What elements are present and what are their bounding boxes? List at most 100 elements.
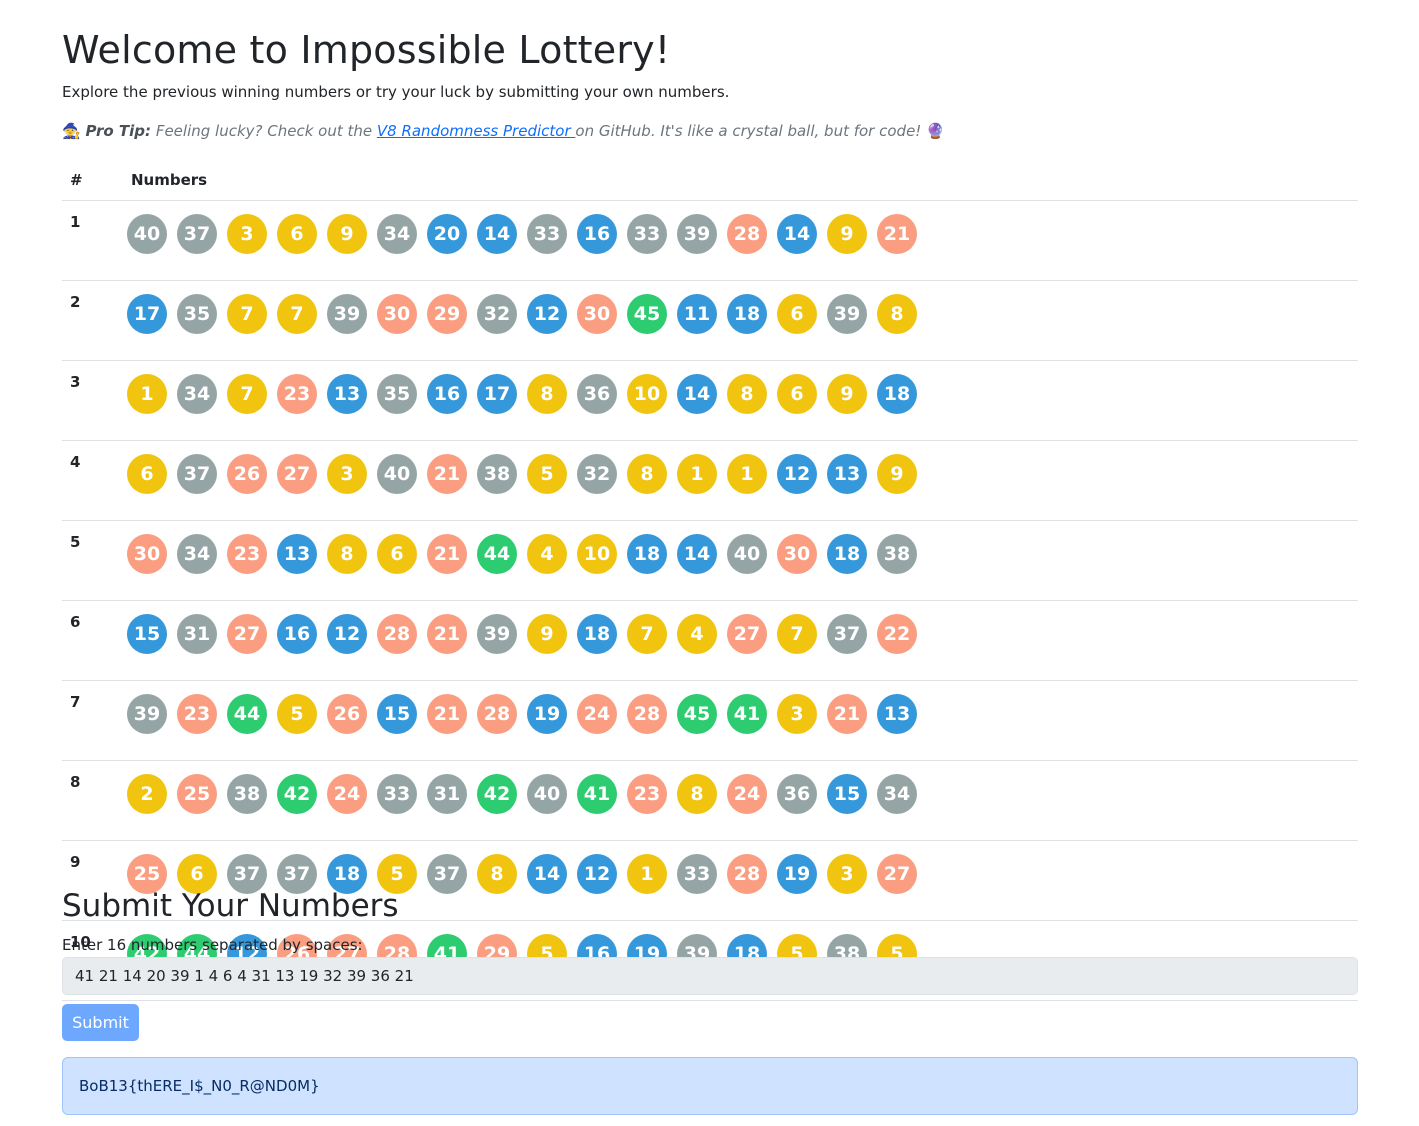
number-ball: 19 <box>777 854 817 894</box>
number-ball: 3 <box>327 454 367 494</box>
table-header-row: # Numbers <box>62 160 1358 201</box>
number-ball: 37 <box>427 854 467 894</box>
number-ball: 35 <box>377 374 417 414</box>
row-index: 7 <box>62 680 123 761</box>
number-ball: 29 <box>427 294 467 334</box>
table-row: 3 1 34 7 23 13 35 16 17 8 36 10 14 8 6 9 18 <box>62 360 1358 441</box>
number-ball: 31 <box>177 614 217 654</box>
number-ball: 5 <box>527 454 567 494</box>
row-numbers: 15 31 27 16 12 28 21 39 9 18 7 4 27 7 37 22 <box>123 600 1358 681</box>
number-ball: 27 <box>877 854 917 894</box>
number-ball: 39 <box>477 614 517 654</box>
number-ball: 32 <box>477 294 517 334</box>
number-ball: 8 <box>627 454 667 494</box>
table-row: 2 17 35 7 7 39 30 29 32 12 30 45 11 18 6 39 8 <box>62 280 1358 361</box>
number-ball: 23 <box>277 374 317 414</box>
intro-text: Explore the previous winning numbers or … <box>62 83 730 101</box>
number-ball: 14 <box>777 214 817 254</box>
number-ball: 8 <box>327 534 367 574</box>
row-index: 2 <box>62 280 123 361</box>
number-ball: 26 <box>327 694 367 734</box>
number-ball: 13 <box>277 534 317 574</box>
number-ball: 45 <box>677 694 717 734</box>
table-row: 8 2 25 38 42 24 33 31 42 40 41 23 8 24 36 15 34 <box>62 760 1358 841</box>
v8-predictor-link[interactable]: V8 Randomness Predictor <box>377 122 576 140</box>
number-ball: 34 <box>177 374 217 414</box>
row-index: 6 <box>62 600 123 681</box>
number-ball: 17 <box>127 294 167 334</box>
submit-button[interactable]: Submit <box>62 1004 139 1041</box>
number-ball: 8 <box>877 294 917 334</box>
pro-tip-text-after: on GitHub. It's like a crystal ball, but… <box>575 122 927 140</box>
number-ball: 27 <box>277 454 317 494</box>
number-ball: 20 <box>427 214 467 254</box>
number-ball: 8 <box>527 374 567 414</box>
column-header-numbers: Numbers <box>123 160 1358 201</box>
row-numbers: 2 25 38 42 24 33 31 42 40 41 23 8 24 36 15 34 <box>123 760 1358 841</box>
number-ball: 13 <box>877 694 917 734</box>
number-ball: 6 <box>127 454 167 494</box>
number-ball: 18 <box>827 534 867 574</box>
number-ball: 28 <box>627 694 667 734</box>
number-ball: 30 <box>127 534 167 574</box>
row-index: 1 <box>62 200 123 281</box>
number-ball: 44 <box>227 694 267 734</box>
number-ball: 34 <box>177 534 217 574</box>
row-numbers: 39 23 44 5 26 15 21 28 19 24 28 45 41 3 21 13 <box>123 680 1358 761</box>
number-ball: 27 <box>227 614 267 654</box>
number-ball: 37 <box>177 454 217 494</box>
number-ball: 39 <box>327 294 367 334</box>
number-ball: 28 <box>727 854 767 894</box>
number-ball: 21 <box>827 694 867 734</box>
row-numbers: 40 37 3 6 9 34 20 14 33 16 33 39 28 14 9 21 <box>123 200 1358 281</box>
number-ball: 40 <box>127 214 167 254</box>
number-ball: 4 <box>527 534 567 574</box>
number-ball: 21 <box>877 214 917 254</box>
number-ball: 2 <box>127 774 167 814</box>
number-ball: 6 <box>277 214 317 254</box>
row-index: 8 <box>62 760 123 841</box>
number-ball: 16 <box>427 374 467 414</box>
number-ball: 33 <box>677 854 717 894</box>
result-alert: BoB13{thERE_I$_N0_R@ND0M} <box>62 1057 1358 1115</box>
number-ball: 36 <box>777 774 817 814</box>
table-row: 7 39 23 44 5 26 15 21 28 19 24 28 45 41 3 21 13 <box>62 680 1358 761</box>
number-ball: 10 <box>627 374 667 414</box>
number-ball: 6 <box>777 294 817 334</box>
number-ball: 11 <box>677 294 717 334</box>
number-ball: 9 <box>527 614 567 654</box>
number-ball: 21 <box>427 614 467 654</box>
number-ball: 7 <box>277 294 317 334</box>
number-ball: 24 <box>727 774 767 814</box>
number-ball: 18 <box>727 294 767 334</box>
number-ball: 18 <box>627 534 667 574</box>
number-ball: 42 <box>477 774 517 814</box>
table-row: 4 6 37 26 27 3 40 21 38 5 32 8 1 1 12 13 9 <box>62 440 1358 521</box>
number-ball: 30 <box>577 294 617 334</box>
number-ball: 16 <box>277 614 317 654</box>
pro-tip: 🧙 Pro Tip: Feeling lucky? Check out the … <box>62 122 945 140</box>
number-ball: 23 <box>177 694 217 734</box>
number-ball: 3 <box>227 214 267 254</box>
winning-numbers-table: # Numbers 1 40 37 3 6 9 34 20 14 33 16 33 39 28 14 9 21 2… <box>62 160 1358 1001</box>
numbers-input[interactable]: 41 21 14 20 39 1 4 6 4 31 13 19 32 39 36… <box>62 957 1358 995</box>
number-ball: 12 <box>577 854 617 894</box>
number-ball: 38 <box>227 774 267 814</box>
row-numbers: 1 34 7 23 13 35 16 17 8 36 10 14 8 6 9 18 <box>123 360 1358 441</box>
number-ball: 28 <box>377 614 417 654</box>
crystal-ball-icon: 🔮 <box>926 122 945 140</box>
row-numbers: 17 35 7 7 39 30 29 32 12 30 45 11 18 6 39 8 <box>123 280 1358 361</box>
number-ball: 13 <box>827 454 867 494</box>
number-ball: 14 <box>527 854 567 894</box>
number-ball: 24 <box>327 774 367 814</box>
page-title: Welcome to Impossible Lottery! <box>62 28 671 72</box>
number-ball: 31 <box>427 774 467 814</box>
row-numbers: 6 37 26 27 3 40 21 38 5 32 8 1 1 12 13 9 <box>123 440 1358 521</box>
row-index: 4 <box>62 440 123 521</box>
number-ball: 4 <box>677 614 717 654</box>
number-ball: 18 <box>877 374 917 414</box>
number-ball: 32 <box>577 454 617 494</box>
number-ball: 7 <box>227 294 267 334</box>
number-ball: 23 <box>627 774 667 814</box>
number-ball: 35 <box>177 294 217 334</box>
